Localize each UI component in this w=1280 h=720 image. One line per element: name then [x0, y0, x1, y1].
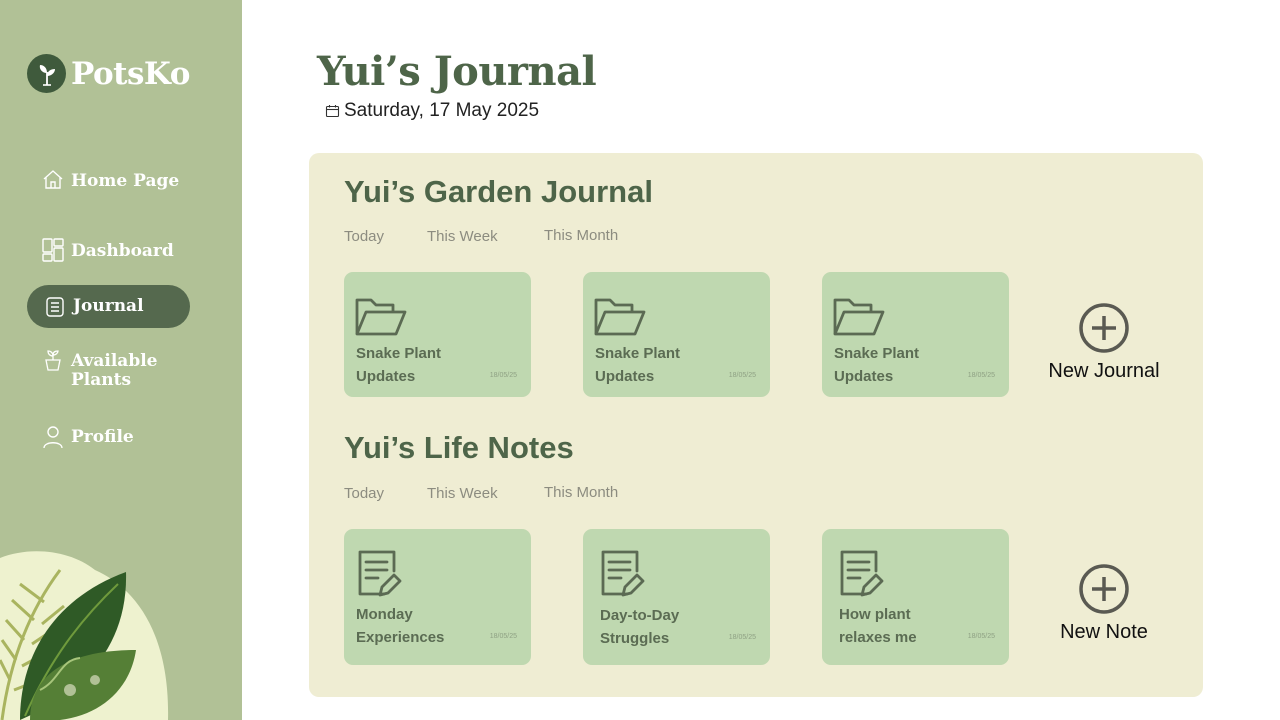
new-journal-label: New Journal: [1048, 360, 1160, 382]
calendar-icon: [325, 104, 340, 119]
note-edit-icon: [599, 549, 645, 604]
sidebar: PotsKo Home Page Dashboard Journal Avail…: [0, 0, 242, 720]
life-note-card[interactable]: Monday Experiences 18/05/25: [344, 529, 531, 665]
folder-icon: [833, 296, 885, 343]
plant-pot-icon: [41, 350, 65, 372]
card-date: 18/05/25: [728, 372, 756, 379]
card-title: How plant relaxes me: [839, 606, 917, 646]
sidebar-item-label: Journal: [73, 296, 144, 316]
sidebar-item-label: Available Plants: [71, 351, 158, 390]
life-notes-title: Yui’s Life Notes: [344, 430, 574, 465]
notes-filter-today[interactable]: Today: [344, 485, 384, 502]
user-icon: [41, 425, 65, 449]
life-note-card[interactable]: Day-to-Day Struggles 18/05/25: [583, 529, 770, 665]
card-date: 18/05/25: [489, 372, 517, 379]
sprout-logo-icon: [27, 54, 66, 93]
current-date: Saturday, 17 May 2025: [344, 100, 540, 121]
home-icon: [41, 168, 65, 192]
page-title: Yui’s Journal: [317, 48, 597, 95]
plus-circle-icon: [1078, 563, 1130, 615]
sidebar-item-label: Home Page: [71, 171, 180, 191]
life-note-card[interactable]: How plant relaxes me 18/05/25: [822, 529, 1009, 665]
sidebar-item-label: Profile: [71, 427, 134, 447]
garden-journal-card[interactable]: Snake Plant Updates 18/05/25: [822, 272, 1009, 397]
card-title: Day-to-Day Struggles: [600, 607, 680, 647]
card-date: 18/05/25: [967, 633, 995, 640]
journal-icon: [45, 296, 65, 317]
card-title: Monday Experiences: [356, 606, 445, 646]
new-journal-button[interactable]: New Journal: [1039, 302, 1169, 383]
garden-journal-card[interactable]: Snake Plant Updates 18/05/25: [583, 272, 770, 397]
folder-icon: [355, 296, 407, 343]
new-note-label: New Note: [1060, 621, 1148, 643]
card-title: Snake Plant Updates: [356, 345, 442, 385]
tropical-leaves-illustration: [0, 551, 169, 720]
sidebar-item-label: Dashboard: [71, 241, 174, 261]
notes-filter-this-month[interactable]: This Month: [544, 484, 618, 501]
journal-panel: Yui’s Garden Journal Today This Week Thi…: [309, 153, 1203, 697]
date-row: Saturday, 17 May 2025: [325, 100, 539, 122]
sidebar-item-dashboard[interactable]: Dashboard: [27, 238, 190, 262]
folder-icon: [594, 296, 646, 343]
plus-circle-icon: [1078, 302, 1130, 354]
new-note-button[interactable]: New Note: [1039, 563, 1169, 644]
sidebar-item-profile[interactable]: Profile: [27, 425, 190, 449]
brand[interactable]: PotsKo: [27, 54, 190, 93]
card-date: 18/05/25: [967, 372, 995, 379]
garden-filter-this-week[interactable]: This Week: [427, 228, 498, 245]
card-date: 18/05/25: [489, 633, 517, 640]
card-date: 18/05/25: [728, 634, 756, 641]
dashboard-icon: [41, 238, 65, 262]
sidebar-item-journal[interactable]: Journal: [27, 285, 190, 328]
brand-name: PotsKo: [71, 55, 190, 92]
garden-filter-this-month[interactable]: This Month: [544, 227, 618, 244]
garden-filter-today[interactable]: Today: [344, 228, 384, 245]
card-title: Snake Plant Updates: [834, 345, 920, 385]
garden-journal-card[interactable]: Snake Plant Updates 18/05/25: [344, 272, 531, 397]
card-title: Snake Plant Updates: [595, 345, 681, 385]
notes-filter-this-week[interactable]: This Week: [427, 485, 498, 502]
note-edit-icon: [356, 549, 402, 604]
garden-journal-title: Yui’s Garden Journal: [344, 174, 653, 209]
sidebar-item-available-plants[interactable]: Available Plants: [27, 350, 190, 390]
sidebar-item-home[interactable]: Home Page: [27, 168, 190, 192]
note-edit-icon: [838, 549, 884, 604]
